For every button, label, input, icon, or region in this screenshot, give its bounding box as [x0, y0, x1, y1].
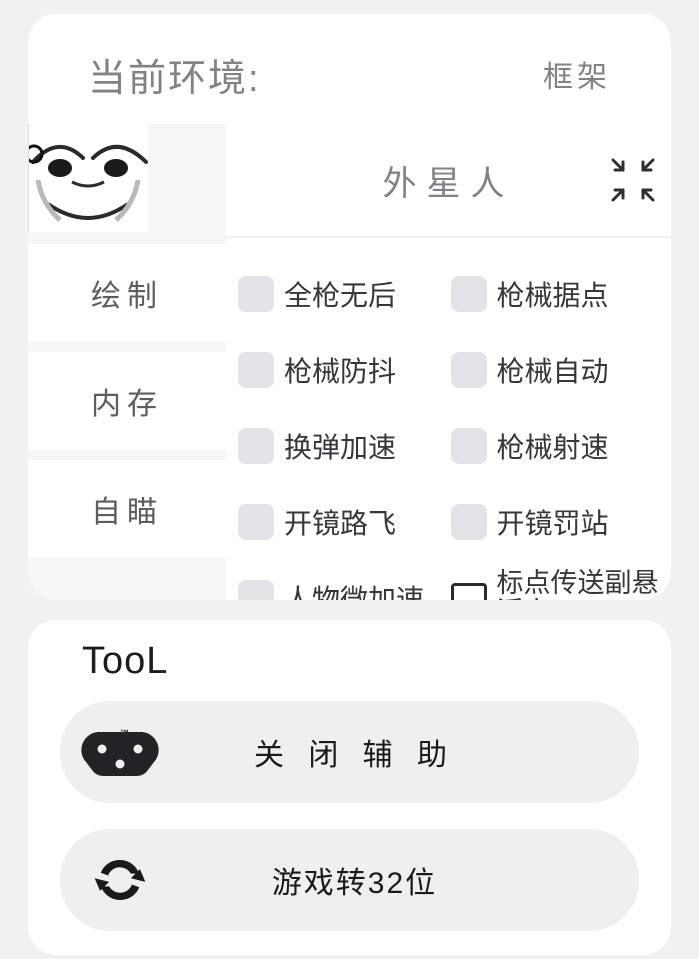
sidebar-tab-label: 绘制 — [91, 271, 163, 315]
options-grid: 全枪无后 枪械据点 枪械防抖 枪械自动 换弹加速 — [226, 238, 671, 600]
option-label: 人物微加速 — [284, 578, 424, 600]
option-label: 枪械据点 — [497, 274, 609, 314]
button-label: 关 闭 辅 助 — [180, 730, 639, 774]
collapse-icon[interactable] — [611, 158, 655, 202]
content-area: 外星人 全枪无后 — [226, 124, 671, 600]
sidebar-tab-label: 内存 — [91, 379, 163, 423]
avatar — [28, 124, 148, 232]
option-label: 换弹加速 — [284, 426, 396, 466]
option-label: 枪械自动 — [497, 350, 609, 390]
sync-icon — [60, 829, 180, 931]
option-no-recoil: 全枪无后 — [238, 274, 451, 314]
option-label: 开镜路飞 — [284, 502, 396, 542]
option-label: 枪械射速 — [497, 426, 609, 466]
panel-body: 绘制 内存 自瞄 外星人 — [28, 124, 671, 600]
checkbox[interactable] — [238, 428, 274, 464]
checkbox[interactable] — [238, 352, 274, 388]
sidebar-tab-memory[interactable]: 内存 — [28, 352, 226, 450]
env-value: 框架 — [543, 52, 611, 96]
option-label: 标点传送副悬浮窗 — [497, 569, 664, 600]
option-teleport-overlay: 标点传送副悬浮窗 — [451, 569, 664, 600]
button-label: 游戏转32位 — [180, 858, 639, 902]
sidebar-tab-draw[interactable]: 绘制 — [28, 244, 226, 342]
checkbox[interactable] — [451, 276, 487, 312]
option-label: 开镜罚站 — [497, 502, 609, 542]
sidebar-tab-label: 自瞄 — [91, 487, 163, 531]
checkbox[interactable] — [451, 428, 487, 464]
svg-text:™: ™ — [120, 728, 129, 738]
option-weapon-point: 枪械据点 — [451, 274, 664, 314]
content-title: 外星人 — [383, 156, 515, 205]
avatar-wrap — [28, 124, 226, 244]
option-scope-luffy: 开镜路飞 — [238, 502, 451, 542]
env-row: 当前环境: 框架 — [28, 14, 671, 124]
option-auto-fire: 枪械自动 — [451, 350, 664, 390]
checkbox[interactable] — [451, 504, 487, 540]
convert-32bit-button[interactable]: 游戏转32位 — [60, 829, 639, 931]
option-fire-rate: 枪械射速 — [451, 426, 664, 466]
sidebar: 绘制 内存 自瞄 — [28, 124, 226, 600]
sidebar-tab-aimbot[interactable]: 自瞄 — [28, 460, 226, 558]
option-speed-boost: 人物微加速 — [238, 578, 451, 600]
main-panel: 当前环境: 框架 — [28, 14, 671, 600]
close-assist-button[interactable]: ™ 关 闭 辅 助 — [60, 701, 639, 803]
checkbox[interactable] — [451, 583, 487, 600]
checkbox[interactable] — [238, 276, 274, 312]
option-scope-stand: 开镜罚站 — [451, 502, 664, 542]
plug-icon: ™ — [60, 701, 180, 803]
checkbox[interactable] — [451, 352, 487, 388]
checkbox[interactable] — [238, 504, 274, 540]
option-fast-reload: 换弹加速 — [238, 426, 451, 466]
checkbox[interactable] — [238, 580, 274, 600]
tool-title: TooL — [60, 640, 639, 683]
env-label: 当前环境: — [88, 47, 261, 102]
option-anti-shake: 枪械防抖 — [238, 350, 451, 390]
tool-card: TooL ™ 关 闭 辅 助 游戏转32位 — [28, 620, 671, 955]
option-label: 枪械防抖 — [284, 350, 396, 390]
option-label: 全枪无后 — [284, 274, 396, 314]
content-header: 外星人 — [226, 124, 671, 238]
